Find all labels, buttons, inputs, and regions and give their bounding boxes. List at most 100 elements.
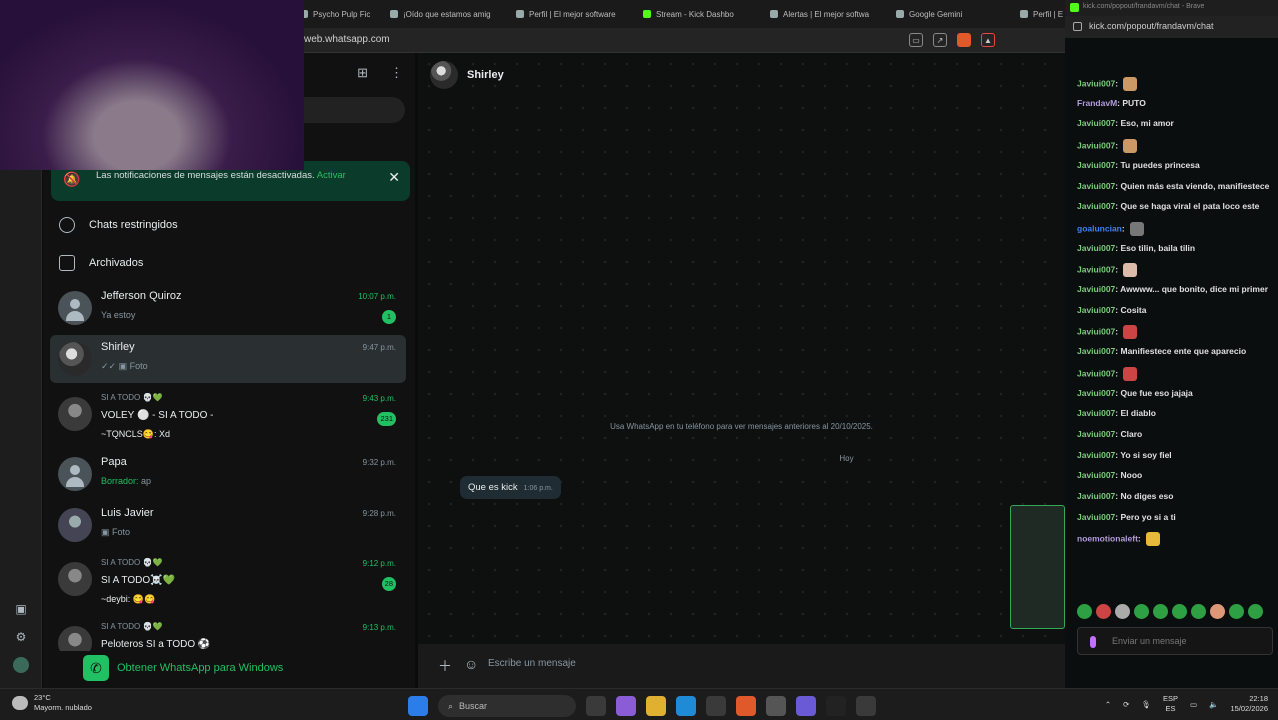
contact-name[interactable]: Shirley	[467, 69, 504, 81]
plus-icon[interactable]: ＋	[438, 656, 452, 676]
sync-icon[interactable]: ⟳	[1123, 700, 1129, 709]
kick-username[interactable]: Javiui007	[1077, 368, 1115, 378]
chat-item-papa[interactable]: Papa Borrador: ap 9:32 p.m.	[50, 450, 406, 498]
popout-url[interactable]: kick.com/popout/frandavm/chat	[1089, 21, 1214, 31]
browser-tab-7[interactable]: Perfil | E	[1020, 6, 1065, 22]
kick-username[interactable]: Javiui007	[1077, 78, 1115, 88]
kick-username[interactable]: Javiui007	[1077, 284, 1115, 294]
language-indicator[interactable]: ESP ES	[1163, 694, 1178, 714]
emote-button[interactable]	[1229, 604, 1244, 619]
mic-icon[interactable]: 🎙	[1141, 700, 1151, 709]
message-bubble[interactable]: Que es kick 1:06 p.m.	[460, 476, 561, 499]
close-icon[interactable]: ✕	[388, 169, 400, 186]
browser-tab-4[interactable]: Stream - Kick Dashbo	[643, 6, 753, 22]
avatar	[58, 342, 92, 376]
taskbar-search[interactable]: ⌕ Buscar	[438, 695, 576, 717]
kick-username[interactable]: Javiui007	[1077, 408, 1115, 418]
kick-username[interactable]: FrandavM	[1077, 98, 1117, 108]
emoji-icon[interactable]: ☺	[464, 656, 478, 672]
kick-chat-message: Javiui007: Eso, mi amor	[1077, 118, 1174, 129]
cast-icon[interactable]: ▭	[909, 33, 923, 47]
weather-widget[interactable]: 23°C Mayorm. nublado	[12, 693, 92, 713]
kick-chat-input[interactable]: Enviar un mensaje	[1077, 627, 1273, 655]
brave-icon[interactable]	[736, 696, 756, 716]
menu-dots-icon[interactable]: ⋮	[390, 65, 403, 81]
kick-username[interactable]: Javiui007	[1077, 327, 1115, 337]
site-info-icon[interactable]	[1073, 22, 1082, 31]
emote-button[interactable]	[1172, 604, 1187, 619]
copilot-icon[interactable]	[616, 696, 636, 716]
kick-username[interactable]: Javiui007	[1077, 265, 1115, 275]
chat-item-luis[interactable]: Luis Javier ▣ Foto 9:28 p.m.	[50, 501, 406, 549]
emote-button[interactable]	[1077, 604, 1092, 619]
brave-shield-icon[interactable]	[957, 33, 971, 47]
rewards-icon[interactable]: ▲	[981, 33, 995, 47]
browser-tab-5[interactable]: Alertas | El mejor softwa	[770, 6, 878, 22]
kick-username[interactable]: Javiui007	[1077, 429, 1115, 439]
emote-button[interactable]	[1096, 604, 1111, 619]
chat-item-group-peloteros[interactable]: SI A TODO 💀💚 Peloteros SI a TODO ⚽ 9:13 …	[50, 615, 406, 651]
kick-username[interactable]: Javiui007	[1077, 346, 1115, 356]
volume-icon[interactable]: 🔈	[1209, 700, 1218, 709]
kick-username[interactable]: Javiui007	[1077, 491, 1115, 501]
browser-tab-2[interactable]: ¡Oído que estamos amig	[390, 6, 498, 22]
chevron-up-icon[interactable]: ⌃	[1105, 700, 1111, 709]
kick-username[interactable]: Javiui007	[1077, 388, 1115, 398]
get-whatsapp-windows-link[interactable]: ✆ Obtener WhatsApp para Windows	[83, 655, 283, 681]
kick-username[interactable]: goaluncian	[1077, 223, 1122, 233]
chat-item-group-voley[interactable]: SI A TODO 💀💚 VOLEY ⚪ - SI A TODO - ~TQNC…	[50, 386, 406, 446]
settings-icon[interactable]: ⚙	[13, 629, 29, 645]
browser-tab-1[interactable]: Psycho Pulp Fict	[300, 6, 370, 22]
url-text[interactable]: web.whatsapp.com	[304, 34, 390, 45]
weather-temp: 23°C	[34, 693, 51, 702]
chrome-icon[interactable]	[766, 696, 786, 716]
kick-username[interactable]: Javiui007	[1077, 512, 1115, 522]
chat-item-group-si-a-todo[interactable]: SI A TODO 💀💚 SI A TODO☠️💚 ~deybi: 😋😋 9:1…	[50, 551, 406, 611]
store-icon[interactable]	[706, 696, 726, 716]
emote-button[interactable]	[1153, 604, 1168, 619]
emote-button[interactable]	[1115, 604, 1130, 619]
restricted-chats-row[interactable]: Chats restringidos	[59, 214, 178, 236]
conversation-header[interactable]: Shirley	[418, 53, 1065, 97]
file-explorer-icon[interactable]	[646, 696, 666, 716]
chat-item-shirley[interactable]: Shirley ✓✓ ▣ Foto 9:47 p.m.	[50, 335, 406, 383]
contact-avatar[interactable]	[430, 61, 458, 89]
emote-button[interactable]	[1210, 604, 1225, 619]
chat-item-jefferson[interactable]: Jefferson Quiroz Ya estoy 10:07 p.m. 1	[50, 284, 406, 332]
kick-username[interactable]: Javiui007	[1077, 160, 1115, 170]
kick-username[interactable]: Javiui007	[1077, 201, 1115, 211]
message-input[interactable]: Escribe un mensaje	[488, 658, 576, 669]
archived-row[interactable]: Archivados	[59, 252, 143, 274]
profile-avatar[interactable]	[13, 657, 29, 673]
emote-button[interactable]	[1248, 604, 1263, 619]
kick-username[interactable]: Javiui007	[1077, 243, 1115, 253]
kick-username[interactable]: Javiui007	[1077, 470, 1115, 480]
start-icon[interactable]	[408, 696, 428, 716]
share-icon[interactable]: ↗	[933, 33, 947, 47]
network-icon[interactable]: ▭	[1190, 700, 1197, 709]
activate-link[interactable]: Activar	[317, 170, 346, 181]
browser-tab-6[interactable]: Google Gemini	[896, 6, 1004, 22]
capcut-icon[interactable]	[826, 696, 846, 716]
chat-preview: ▣ Foto	[101, 527, 131, 537]
kick-username[interactable]: Javiui007	[1077, 305, 1115, 315]
browser-tab-3[interactable]: Perfil | El mejor software	[516, 6, 626, 22]
settings-icon[interactable]	[856, 696, 876, 716]
task-view-icon[interactable]	[586, 696, 606, 716]
kick-username[interactable]: Javiui007	[1077, 181, 1115, 191]
kick-username[interactable]: noemotionaleft	[1077, 534, 1138, 544]
new-chat-icon[interactable]: ⊞	[357, 65, 368, 81]
app-icon[interactable]	[796, 696, 816, 716]
chat-time: 10:07 p.m.	[358, 292, 396, 301]
photo-icon: ▣	[118, 361, 128, 371]
kick-username[interactable]: Javiui007	[1077, 450, 1115, 460]
kick-username[interactable]: Javiui007	[1077, 140, 1115, 150]
kick-message-text: Tu puedes princesa	[1120, 159, 1200, 170]
media-icon[interactable]: ▣	[13, 601, 29, 617]
emote-button[interactable]	[1191, 604, 1206, 619]
emote-button[interactable]	[1134, 604, 1149, 619]
chat-title: SI A TODO☠️💚	[101, 575, 175, 586]
kick-username[interactable]: Javiui007	[1077, 118, 1115, 128]
edge-icon[interactable]	[676, 696, 696, 716]
clock[interactable]: 22:18 15/02/2026	[1230, 694, 1268, 714]
